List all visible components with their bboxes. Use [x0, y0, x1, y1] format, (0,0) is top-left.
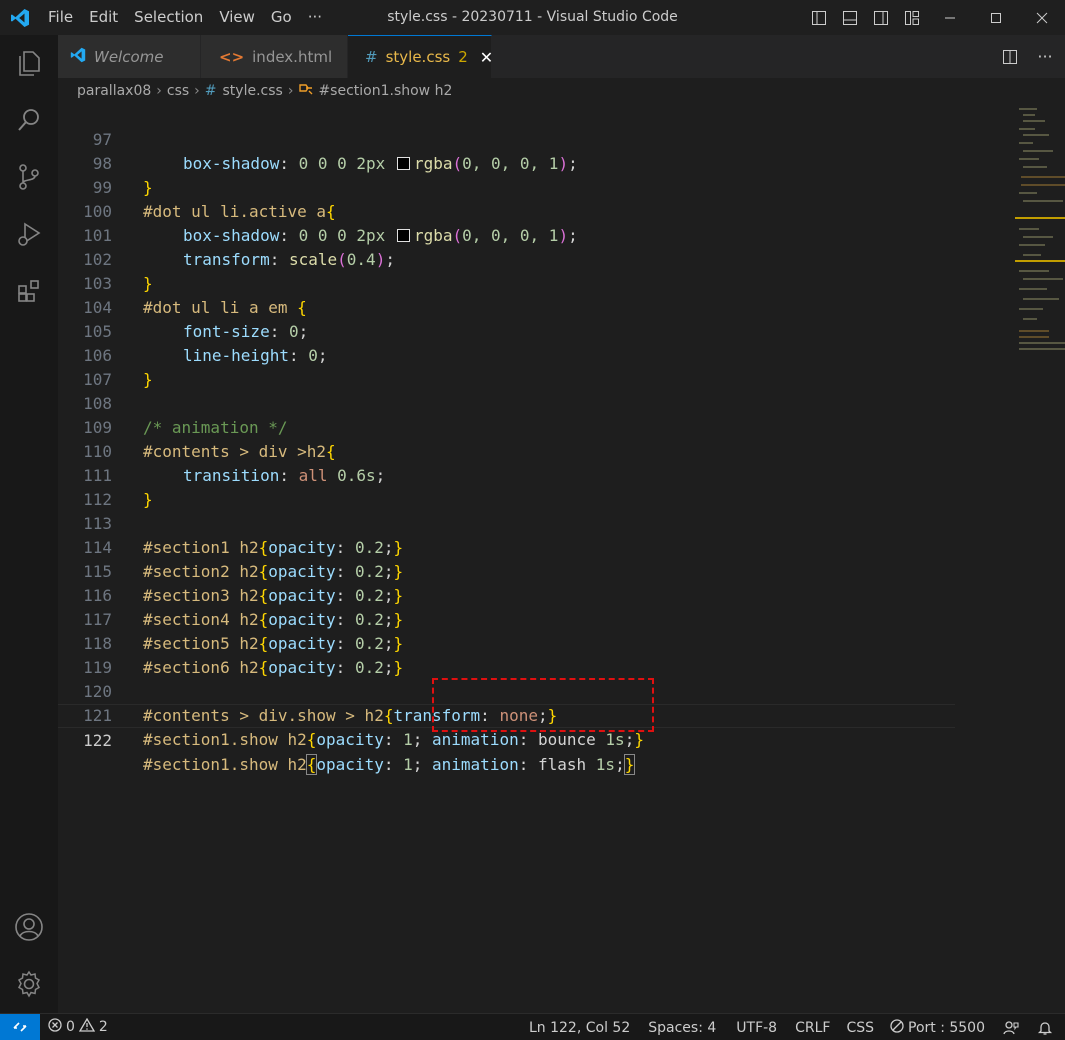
minimap[interactable]: [1013, 104, 1065, 1013]
tab-index-html[interactable]: <> index.html: [201, 35, 348, 78]
code-line: 104 font-size: 0;: [58, 272, 955, 341]
css-hash-icon: #: [204, 83, 217, 99]
code-line: 106 }: [58, 320, 955, 389]
menu-go[interactable]: Go: [263, 0, 300, 35]
tab-label: Welcome: [94, 47, 164, 66]
circle-slash-icon: [890, 1018, 904, 1037]
code-line: 108 /* animation */: [58, 368, 955, 437]
language-mode[interactable]: CSS: [838, 1014, 882, 1040]
code-line: 119: [58, 632, 955, 677]
vscode-logo-icon: [70, 47, 86, 67]
code-line: 113 #section1 h2{opacity: 0.2;}: [58, 488, 955, 557]
menu-file[interactable]: File: [40, 0, 81, 35]
menu-edit[interactable]: Edit: [81, 0, 126, 35]
breadcrumb-symbol[interactable]: #section1.show h2: [318, 83, 452, 99]
search-icon[interactable]: [0, 92, 58, 148]
code-line: 107: [58, 344, 955, 389]
code-line: 98 }: [58, 128, 955, 197]
code-editor[interactable]: 97 box-shadow: 0 0 0 2px rgba(0, 0, 0, 1…: [58, 104, 1065, 1013]
customize-layout-icon[interactable]: [896, 0, 927, 35]
problem-count-badge: 2: [458, 48, 468, 66]
notifications-bell-icon[interactable]: [1029, 1014, 1065, 1040]
source-control-icon[interactable]: [0, 149, 58, 205]
code-line: 99 #dot ul li.active a{: [58, 152, 955, 221]
extensions-icon[interactable]: [0, 263, 58, 319]
code-line: 102 }: [58, 224, 955, 293]
annotation-highlight-box: [432, 678, 654, 732]
code-line: 105 line-height: 0;: [58, 296, 955, 365]
code-line: 97 box-shadow: 0 0 0 2px rgba(0, 0, 0, 1…: [58, 104, 955, 173]
maximize-icon[interactable]: [973, 0, 1019, 35]
feedback-icon[interactable]: [993, 1014, 1029, 1040]
manage-gear-icon[interactable]: [0, 956, 58, 1012]
minimize-icon[interactable]: [927, 0, 973, 35]
code-line: 115 #section3 h2{opacity: 0.2;}: [58, 536, 955, 605]
code-line: 114 #section2 h2{opacity: 0.2;}: [58, 512, 955, 581]
code-line: 118 #section6 h2{opacity: 0.2;}: [58, 608, 955, 677]
code-line: 100 box-shadow: 0 0 0 2px rgba(0, 0, 0, …: [58, 176, 955, 245]
error-count: 0: [66, 1019, 75, 1035]
close-tab-icon[interactable]: ✕: [480, 48, 493, 67]
port-label: Port : 5500: [908, 1019, 985, 1036]
tab-label: index.html: [252, 47, 333, 66]
account-icon[interactable]: [0, 899, 58, 955]
code-line: 117 #section5 h2{opacity: 0.2;}: [58, 584, 955, 653]
breadcrumb-file[interactable]: style.css: [223, 83, 283, 99]
css-hash-icon: #: [365, 48, 378, 66]
code-line: 103 #dot ul li a em {: [58, 248, 955, 317]
code-line: 120 #contents > div.show > h2{transform:…: [58, 656, 955, 725]
selector-symbol-icon: [298, 82, 314, 100]
menu-selection[interactable]: Selection: [126, 0, 211, 35]
code-line: 101 transform: scale(0.4);: [58, 200, 955, 269]
code-line: 116 #section4 h2{opacity: 0.2;}: [58, 560, 955, 629]
menu-view[interactable]: View: [211, 0, 263, 35]
menu-bar: File Edit Selection View Go ···: [40, 0, 330, 35]
more-actions-icon[interactable]: ···: [1025, 39, 1065, 74]
chevron-right-icon: ›: [194, 83, 200, 99]
chevron-right-icon: ›: [287, 83, 294, 99]
vscode-logo-icon[interactable]: [0, 0, 40, 35]
run-debug-icon[interactable]: [0, 206, 58, 262]
warning-count: 2: [98, 1019, 108, 1035]
warning-icon: [78, 1017, 96, 1036]
line-number: 122: [83, 731, 112, 750]
toggle-panel-icon[interactable]: [834, 0, 865, 35]
explorer-icon[interactable]: [0, 35, 58, 91]
toggle-primary-sidebar-icon[interactable]: [803, 0, 834, 35]
code-line: 110 transition: all 0.6s;: [58, 416, 955, 485]
indentation[interactable]: Spaces: 4: [638, 1014, 726, 1040]
code-line: 109 #contents > div >h2{: [58, 392, 955, 461]
title-bar: File Edit Selection View Go ··· style.cs…: [0, 0, 1065, 35]
tab-welcome[interactable]: Welcome: [58, 35, 201, 78]
line-ending[interactable]: CRLF: [787, 1014, 838, 1040]
problems-status[interactable]: 0 2: [40, 1014, 116, 1040]
activity-bar: [0, 35, 58, 1013]
split-editor-icon[interactable]: [994, 39, 1025, 74]
cursor-position[interactable]: Ln 122, Col 52: [521, 1014, 638, 1040]
error-icon: [48, 1018, 62, 1036]
toggle-secondary-sidebar-icon[interactable]: [865, 0, 896, 35]
chevron-right-icon: ›: [156, 83, 162, 99]
live-server-port[interactable]: Port : 5500: [882, 1014, 993, 1040]
tab-label: style.css: [385, 48, 451, 66]
breadcrumb-folder[interactable]: css: [167, 83, 189, 99]
tab-style-css[interactable]: # style.css 2 ✕: [348, 35, 493, 78]
code-line: 111 }: [58, 440, 955, 509]
tab-bar: Welcome <> index.html # style.css 2 ✕ ··…: [58, 35, 1065, 78]
menu-more[interactable]: ···: [300, 0, 330, 35]
html-icon: <>: [219, 47, 245, 66]
breadcrumb: parallax08 › css › # style.css › #sectio…: [58, 78, 1065, 104]
breadcrumb-folder[interactable]: parallax08: [77, 83, 151, 99]
encoding[interactable]: UTF-8: [726, 1014, 787, 1040]
remote-connection-icon[interactable]: [0, 1013, 40, 1040]
status-bar: 0 2 Ln 122, Col 52 Spaces: 4 UTF-8 CRLF …: [0, 1013, 1065, 1040]
close-window-icon[interactable]: [1019, 0, 1065, 35]
code-line: 112: [58, 464, 955, 509]
